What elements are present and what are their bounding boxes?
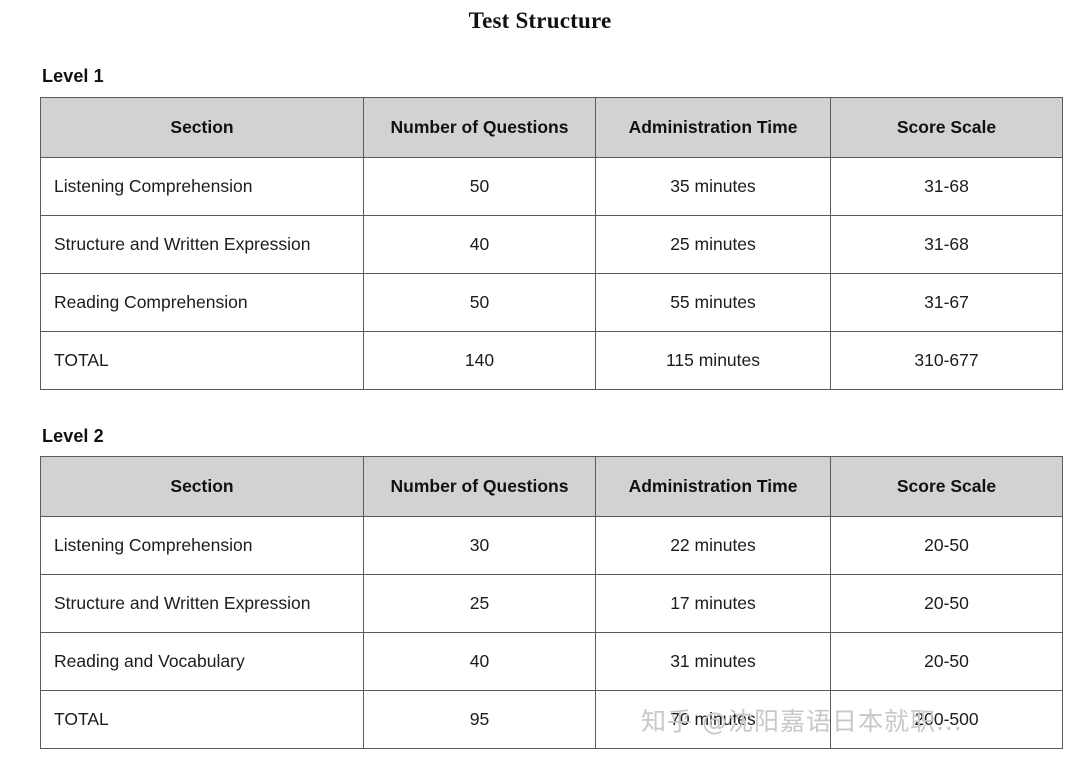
cell-time: 31 minutes [595, 632, 831, 691]
test-structure-table-level-2: Section Number of Questions Administrati… [40, 456, 1063, 749]
table-row: Reading Comprehension 50 55 minutes 31-6… [40, 273, 1063, 332]
cell-score: 20-50 [830, 516, 1063, 575]
table-row: Listening Comprehension 30 22 minutes 20… [40, 516, 1063, 575]
cell-section: Reading and Vocabulary [40, 632, 364, 691]
table-row-total: TOTAL 95 70 minutes 200-500 [40, 690, 1063, 749]
cell-questions: 140 [363, 331, 596, 390]
cell-time: 35 minutes [595, 157, 831, 216]
cell-score: 31-67 [830, 273, 1063, 332]
cell-score: 20-50 [830, 574, 1063, 633]
cell-questions: 50 [363, 157, 596, 216]
table-row-total: TOTAL 140 115 minutes 310-677 [40, 331, 1063, 390]
column-header-score: Score Scale [830, 456, 1063, 517]
cell-section: TOTAL [40, 690, 364, 749]
cell-section: Structure and Written Expression [40, 574, 364, 633]
cell-questions: 50 [363, 273, 596, 332]
page-title: Test Structure [468, 8, 612, 33]
cell-section: Listening Comprehension [40, 157, 364, 216]
table-row: Structure and Written Expression 40 25 m… [40, 215, 1063, 274]
test-structure-table-level-1: Section Number of Questions Administrati… [40, 97, 1063, 390]
table-header-row: Section Number of Questions Administrati… [40, 456, 1063, 517]
cell-section: Reading Comprehension [40, 273, 364, 332]
column-header-score: Score Scale [830, 97, 1063, 158]
cell-score: 31-68 [830, 157, 1063, 216]
cell-section: TOTAL [40, 331, 364, 390]
cell-section: Structure and Written Expression [40, 215, 364, 274]
column-header-section: Section [40, 97, 364, 158]
section-heading-level-1: Level 1 [42, 66, 104, 86]
table-row: Structure and Written Expression 25 17 m… [40, 574, 1063, 633]
cell-time: 55 minutes [595, 273, 831, 332]
table-header-row: Section Number of Questions Administrati… [40, 97, 1063, 158]
table-row: Reading and Vocabulary 40 31 minutes 20-… [40, 632, 1063, 691]
cell-questions: 40 [363, 632, 596, 691]
column-header-section: Section [40, 456, 364, 517]
cell-score: 200-500 [830, 690, 1063, 749]
cell-time: 115 minutes [595, 331, 831, 390]
cell-time: 70 minutes [595, 690, 831, 749]
cell-questions: 25 [363, 574, 596, 633]
column-header-time: Administration Time [595, 97, 831, 158]
cell-score: 310-677 [830, 331, 1063, 390]
cell-score: 20-50 [830, 632, 1063, 691]
column-header-questions: Number of Questions [363, 456, 596, 517]
cell-time: 17 minutes [595, 574, 831, 633]
section-heading-level-2: Level 2 [42, 426, 104, 446]
cell-time: 25 minutes [595, 215, 831, 274]
document-page: Test Structure Level 1 Section Number of… [0, 0, 1080, 775]
column-header-questions: Number of Questions [363, 97, 596, 158]
cell-questions: 30 [363, 516, 596, 575]
cell-score: 31-68 [830, 215, 1063, 274]
column-header-time: Administration Time [595, 456, 831, 517]
cell-time: 22 minutes [595, 516, 831, 575]
table-row: Listening Comprehension 50 35 minutes 31… [40, 157, 1063, 216]
cell-section: Listening Comprehension [40, 516, 364, 575]
cell-questions: 95 [363, 690, 596, 749]
cell-questions: 40 [363, 215, 596, 274]
